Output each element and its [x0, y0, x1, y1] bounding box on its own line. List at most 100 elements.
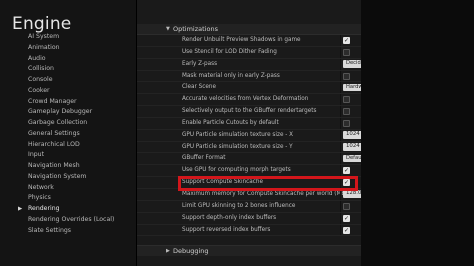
- sidebar-item[interactable]: Network: [0, 183, 136, 194]
- checkbox[interactable]: [343, 119, 350, 127]
- checkbox[interactable]: ✓: [343, 214, 350, 222]
- sidebar-item-label: Garbage Collection: [28, 119, 88, 126]
- collapse-arrow-icon[interactable]: ▼: [166, 24, 170, 34]
- sidebar-list: AI System Animation Audio Collision Console C…: [0, 32, 136, 236]
- property-row: GPU Particle simulation texture size - X…: [137, 129, 391, 142]
- checkbox[interactable]: ✓: [343, 167, 350, 175]
- property-row: Render Unbuilt Preview Shadows in game ✓: [137, 35, 361, 47]
- property-label: GPU Particle simulation texture size - X: [182, 131, 294, 138]
- sidebar-title: Engine: [12, 14, 72, 34]
- sidebar-item[interactable]: Slate Settings: [0, 226, 136, 237]
- details-panel: ▼ Optimizations Render Unbuilt Preview S…: [137, 0, 406, 266]
- sidebar-item[interactable]: Navigation System: [0, 172, 136, 183]
- sidebar-item-label: Collision: [28, 65, 54, 73]
- empty-area: [361, 0, 474, 266]
- property-row: Accurate velocities from Vertex Deformat…: [137, 94, 361, 107]
- expand-arrow-icon[interactable]: ▶: [166, 246, 170, 256]
- section-title: Optimizations: [173, 25, 218, 33]
- sidebar-item[interactable]: Audio: [0, 54, 136, 65]
- sidebar-item[interactable]: AI System: [0, 32, 136, 43]
- sidebar-item[interactable]: Input: [0, 150, 136, 161]
- sidebar-item[interactable]: Navigation Mesh: [0, 161, 136, 172]
- property-label: Use GPU for computing morph targets: [182, 167, 291, 174]
- property-row: Use Stencil for LOD Dither Fading: [137, 46, 361, 59]
- sidebar-item-label: Slate Settings: [28, 226, 72, 234]
- section-title-debugging: Debugging: [173, 247, 209, 255]
- column-divider: [340, 58, 341, 70]
- sidebar-item[interactable]: Physics: [0, 193, 136, 204]
- sidebar-item-label: Navigation Mesh: [28, 162, 80, 169]
- property-label: Support depth-only index buffers: [182, 214, 277, 221]
- sidebar-item[interactable]: Cooker: [0, 86, 136, 97]
- highlight-box: [178, 176, 358, 191]
- sidebar-item-label: Cooker: [28, 86, 50, 94]
- column-divider: [340, 46, 341, 58]
- property-row: Mask material only in early Z-pass: [137, 70, 361, 83]
- sidebar-item[interactable]: ▶ Rendering: [0, 204, 136, 215]
- property-label: Early Z-pass: [182, 60, 218, 67]
- sidebar-item[interactable]: Rendering Overrides (Local): [0, 215, 136, 226]
- sidebar-item-label: Animation: [28, 43, 60, 51]
- property-label: Limit GPU skinning to 2 bones influence: [182, 202, 296, 209]
- column-divider: [340, 70, 341, 82]
- checkbox[interactable]: [343, 48, 350, 56]
- checkbox[interactable]: [343, 72, 350, 80]
- sidebar-item-label: Input: [28, 151, 45, 159]
- sidebar-item-label: Physics: [28, 194, 51, 202]
- column-divider: [340, 35, 341, 46]
- sidebar-item[interactable]: Crowd Manager: [0, 97, 136, 108]
- checkbox[interactable]: [343, 96, 350, 104]
- column-divider: [340, 129, 341, 141]
- column-divider: [340, 141, 341, 153]
- sidebar-item-label: Rendering Overrides (Local): [28, 215, 115, 223]
- property-row: Support reversed index buffers ✓: [137, 224, 361, 237]
- column-divider: [340, 106, 341, 117]
- property-label: Support reversed index buffers: [182, 226, 271, 233]
- property-row: Early Z-passDecide automatically▼: [137, 58, 406, 71]
- sidebar-item-label: Console: [28, 76, 53, 83]
- checkbox[interactable]: ✓: [343, 226, 350, 234]
- property-label: GBuffer Format: [182, 155, 226, 162]
- column-divider: [340, 82, 341, 94]
- property-label: Mask material only in early Z-pass: [182, 72, 280, 79]
- sidebar-item-label: Rendering: [28, 205, 60, 212]
- sidebar-item-label: Audio: [28, 54, 46, 62]
- sidebar-item-label: Navigation System: [28, 172, 87, 180]
- column-divider: [340, 165, 341, 177]
- section-header-debugging[interactable]: ▶ Debugging: [137, 245, 361, 256]
- sidebar-item[interactable]: Console: [0, 75, 136, 86]
- property-row: Enable Particle Cutouts by default: [137, 117, 361, 130]
- checkbox[interactable]: [343, 202, 350, 210]
- property-row: GPU Particle simulation texture size - Y…: [137, 141, 391, 154]
- settings-sidebar: Engine AI System Animation Audio Collision C…: [0, 0, 137, 266]
- sidebar-item-label: Network: [28, 183, 54, 191]
- sidebar-item[interactable]: Animation: [0, 43, 136, 54]
- column-divider: [340, 200, 341, 212]
- property-row: Clear SceneHardware clear▼: [137, 82, 406, 95]
- checkbox[interactable]: [343, 108, 350, 116]
- property-row: Limit GPU skinning to 2 bones influence: [137, 200, 361, 213]
- sidebar-item[interactable]: Gameplay Debugger: [0, 107, 136, 118]
- column-divider: [340, 153, 341, 165]
- column-divider: [340, 117, 341, 129]
- selected-arrow-icon: ▶: [18, 206, 23, 212]
- property-row: Selectively output to the GBuffer render…: [137, 106, 361, 118]
- property-label: Render Unbuilt Preview Shadows in game: [182, 37, 301, 43]
- property-label: GPU Particle simulation texture size - Y: [182, 143, 293, 150]
- sidebar-item-label: Gameplay Debugger: [28, 108, 93, 116]
- property-label: Clear Scene: [182, 84, 217, 91]
- sidebar-item[interactable]: Hierarchical LOD: [0, 140, 136, 151]
- property-list: Render Unbuilt Preview Shadows in game ✓ U…: [137, 35, 406, 237]
- checkbox[interactable]: ✓: [343, 37, 350, 44]
- property-label: Accurate velocities from Vertex Deformat…: [182, 96, 309, 103]
- sidebar-item[interactable]: General Settings: [0, 129, 136, 140]
- property-row: Support depth-only index buffers ✓: [137, 212, 361, 225]
- sidebar-item[interactable]: Collision: [0, 64, 136, 75]
- sidebar-item-label: Hierarchical LOD: [28, 140, 80, 148]
- sidebar-item-label: General Settings: [28, 129, 80, 137]
- column-divider: [340, 94, 341, 106]
- sidebar-item[interactable]: Garbage Collection: [0, 118, 136, 129]
- column-divider: [340, 224, 341, 236]
- section-header-optimizations[interactable]: ▼ Optimizations: [137, 24, 361, 35]
- property-label: Use Stencil for LOD Dither Fading: [182, 48, 277, 55]
